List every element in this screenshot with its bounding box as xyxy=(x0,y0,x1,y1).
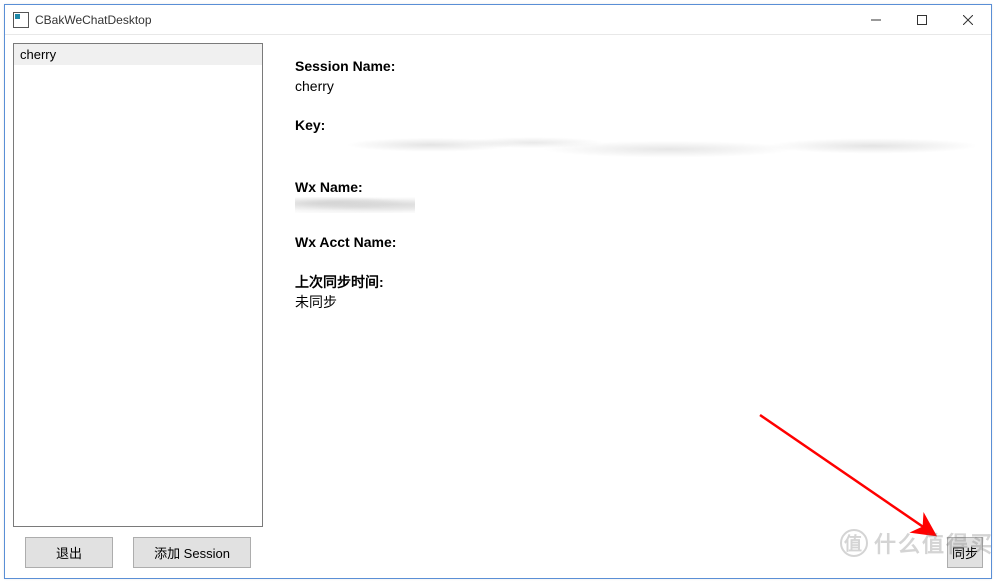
wx-name-label: Wx Name: xyxy=(295,178,981,198)
wx-acct-label: Wx Acct Name: xyxy=(295,233,981,253)
last-sync-value: 未同步 xyxy=(295,293,981,313)
sync-button[interactable]: 同步 xyxy=(947,537,983,568)
wx-acct-field: Wx Acct Name: xyxy=(295,233,981,253)
app-icon xyxy=(13,12,29,28)
maximize-button[interactable] xyxy=(899,5,945,35)
annotation-arrow xyxy=(755,410,975,570)
exit-button[interactable]: 退出 xyxy=(25,537,113,568)
session-name-value: cherry xyxy=(295,77,981,97)
minimize-button[interactable] xyxy=(853,5,899,35)
key-value-redacted xyxy=(295,136,975,158)
session-listbox[interactable]: cherry xyxy=(13,43,263,527)
last-sync-label: 上次同步时间: xyxy=(295,273,981,293)
window-body: cherry Session Name: cherry Key: Wx Name… xyxy=(5,35,991,578)
session-list-item[interactable]: cherry xyxy=(14,44,262,65)
key-label: Key: xyxy=(295,116,981,136)
last-sync-field: 上次同步时间: 未同步 xyxy=(295,273,981,312)
titlebar: CBakWeChatDesktop xyxy=(5,5,991,35)
key-field: Key: xyxy=(295,116,981,158)
session-name-field: Session Name: cherry xyxy=(295,57,981,96)
add-session-button[interactable]: 添加 Session xyxy=(133,537,251,568)
close-button[interactable] xyxy=(945,5,991,35)
app-window: CBakWeChatDesktop cherry Session Name: c… xyxy=(4,4,992,579)
wx-name-value-redacted xyxy=(295,197,415,213)
session-name-label: Session Name: xyxy=(295,57,981,77)
session-details-panel: Session Name: cherry Key: Wx Name: Wx Ac… xyxy=(295,57,981,332)
wx-name-field: Wx Name: xyxy=(295,178,981,214)
window-title: CBakWeChatDesktop xyxy=(35,13,152,27)
